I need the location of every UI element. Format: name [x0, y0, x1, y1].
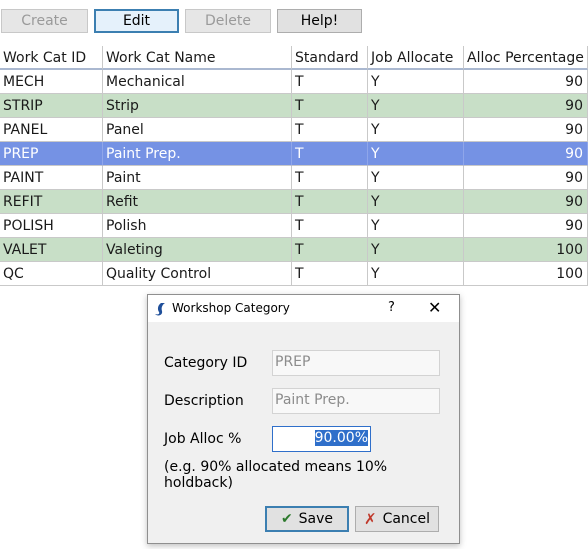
table-row[interactable]: STRIP Strip T Y 90 — [0, 94, 588, 118]
table-row[interactable]: PAINT Paint T Y 90 — [0, 166, 588, 190]
column-header-work-cat-name[interactable]: Work Cat Name — [103, 46, 292, 70]
cancel-button[interactable]: ✗ Cancel — [355, 506, 439, 532]
cell-job-allocate: Y — [368, 70, 464, 94]
cell-alloc-percentage: 100 — [464, 238, 588, 262]
cell-standard: T — [292, 142, 368, 166]
table-row[interactable]: PANEL Panel T Y 90 — [0, 118, 588, 142]
category-id-field[interactable]: PREP — [272, 350, 440, 376]
cell-work-cat-name: Valeting — [103, 238, 292, 262]
cell-alloc-percentage: 90 — [464, 190, 588, 214]
category-id-label: Category ID — [164, 355, 248, 371]
table-row[interactable]: VALET Valeting T Y 100 — [0, 238, 588, 262]
table-row[interactable]: QC Quality Control T Y 100 — [0, 262, 588, 286]
cell-standard: T — [292, 190, 368, 214]
cell-work-cat-name: Panel — [103, 118, 292, 142]
dialog-titlebar[interactable]: Workshop Category ? ✕ — [148, 295, 459, 322]
table-row[interactable]: POLISH Polish T Y 90 — [0, 214, 588, 238]
cell-work-cat-name: Polish — [103, 214, 292, 238]
save-button[interactable]: ✔ Save — [265, 506, 349, 532]
delete-button[interactable]: Delete — [185, 9, 271, 33]
table-row[interactable]: REFIT Refit T Y 90 — [0, 190, 588, 214]
cell-standard: T — [292, 262, 368, 286]
cell-standard: T — [292, 70, 368, 94]
cell-work-cat-name: Refit — [103, 190, 292, 214]
cell-work-cat-name: Strip — [103, 94, 292, 118]
cell-work-cat-id: VALET — [0, 238, 103, 262]
cell-job-allocate: Y — [368, 214, 464, 238]
cell-job-allocate: Y — [368, 118, 464, 142]
checkmark-icon: ✔ — [280, 511, 293, 527]
cell-standard: T — [292, 118, 368, 142]
save-label: Save — [298, 511, 334, 527]
column-header-job-allocate[interactable]: Job Allocate — [368, 46, 464, 70]
cell-standard: T — [292, 214, 368, 238]
cell-alloc-percentage: 90 — [464, 94, 588, 118]
help-icon[interactable]: ? — [388, 300, 395, 315]
job-alloc-hint: (e.g. 90% allocated means 10% holdback) — [164, 459, 388, 491]
description-label: Description — [164, 393, 244, 409]
cell-standard: T — [292, 166, 368, 190]
column-header-alloc-percentage[interactable]: Alloc Percentage — [464, 46, 588, 70]
job-alloc-field[interactable]: 90.00% — [272, 426, 371, 452]
job-alloc-label: Job Alloc % — [164, 431, 242, 447]
cell-work-cat-name: Mechanical — [103, 70, 292, 94]
cell-alloc-percentage: 90 — [464, 214, 588, 238]
cell-work-cat-id: PREP — [0, 142, 103, 166]
cell-alloc-percentage: 90 — [464, 166, 588, 190]
cell-work-cat-name: Paint Prep. — [103, 142, 292, 166]
cell-job-allocate: Y — [368, 94, 464, 118]
cell-job-allocate: Y — [368, 142, 464, 166]
help-button[interactable]: Help! — [277, 9, 362, 33]
cell-standard: T — [292, 94, 368, 118]
edit-button[interactable]: Edit — [94, 9, 179, 33]
cancel-x-icon: ✗ — [363, 510, 377, 528]
cell-job-allocate: Y — [368, 238, 464, 262]
cell-job-allocate: Y — [368, 190, 464, 214]
cell-work-cat-name: Paint — [103, 166, 292, 190]
dialog-title: Workshop Category — [172, 301, 290, 315]
cell-alloc-percentage: 90 — [464, 142, 588, 166]
cancel-label: Cancel — [382, 511, 430, 527]
workshop-category-dialog: Workshop Category ? ✕ Category ID PREP D… — [147, 294, 460, 544]
cell-work-cat-id: PAINT — [0, 166, 103, 190]
cell-standard: T — [292, 238, 368, 262]
cell-alloc-percentage: 100 — [464, 262, 588, 286]
cell-work-cat-name: Quality Control — [103, 262, 292, 286]
cell-job-allocate: Y — [368, 166, 464, 190]
cell-work-cat-id: REFIT — [0, 190, 103, 214]
table-row[interactable]: MECH Mechanical T Y 90 — [0, 70, 588, 94]
column-header-work-cat-id[interactable]: Work Cat ID — [0, 46, 103, 70]
table-row[interactable]: PREP Paint Prep. T Y 90 — [0, 142, 588, 166]
cell-alloc-percentage: 90 — [464, 70, 588, 94]
job-alloc-value: 90.00% — [314, 430, 368, 446]
cell-alloc-percentage: 90 — [464, 118, 588, 142]
cell-work-cat-id: PANEL — [0, 118, 103, 142]
cell-work-cat-id: POLISH — [0, 214, 103, 238]
cell-work-cat-id: QC — [0, 262, 103, 286]
app-logo-icon — [155, 303, 165, 316]
description-field[interactable]: Paint Prep. — [272, 388, 440, 414]
column-header-standard[interactable]: Standard — [292, 46, 368, 70]
cell-work-cat-id: MECH — [0, 70, 103, 94]
grid-header: Work Cat ID Work Cat Name Standard Job A… — [0, 46, 588, 70]
close-icon[interactable]: ✕ — [428, 298, 441, 317]
cell-work-cat-id: STRIP — [0, 94, 103, 118]
create-button[interactable]: Create — [1, 9, 88, 33]
cell-job-allocate: Y — [368, 262, 464, 286]
